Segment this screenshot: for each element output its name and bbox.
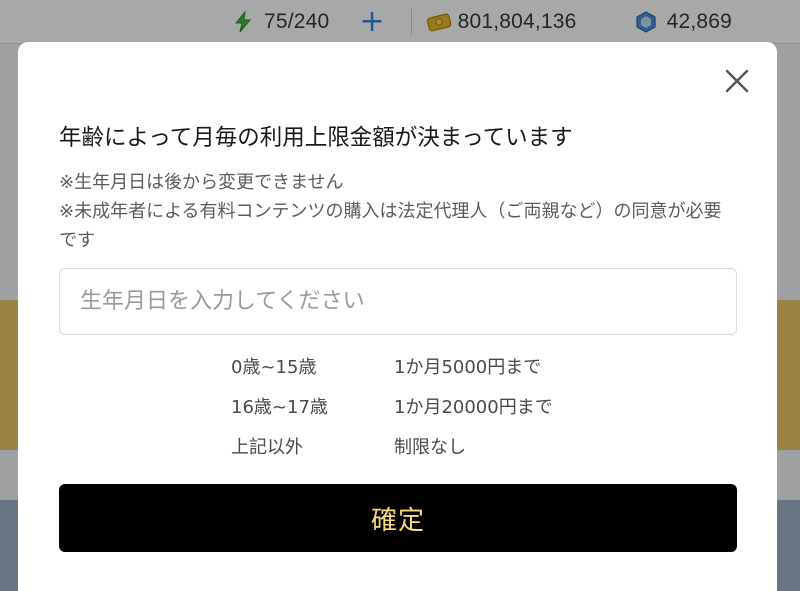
age-limit-table: 0歳~15歳 1か月5000円まで 16歳~17歳 1か月20000円まで 上記… [231,346,553,466]
limit-amount-label: 制限なし [394,437,466,458]
age-verification-dialog: 年齢によって月毎の利用上限金額が決まっています ※生年月日は後から変更できません… [18,42,777,591]
limit-age-label: 上記以外 [231,437,303,458]
limit-row: 上記以外 制限なし [231,426,553,466]
limit-row: 16歳~17歳 1か月20000円まで [231,386,553,426]
close-button[interactable] [722,66,752,96]
confirm-button[interactable]: 確定 [59,484,737,552]
note-birthdate-unchangeable: ※生年月日は後から変更できません [59,172,344,193]
close-icon [725,69,749,93]
limit-amount-label: 1か月20000円まで [394,397,553,418]
limit-age-label: 16歳~17歳 [231,397,328,418]
note-guardian-consent: ※未成年者による有料コンテンツの購入は法定代理人（ご両親など）の同意が必要です [59,201,722,251]
dialog-title: 年齢によって月毎の利用上限金額が決まっています [59,125,573,151]
limit-row: 0歳~15歳 1か月5000円まで [231,346,553,386]
birthdate-input[interactable] [59,268,737,335]
limit-amount-label: 1か月5000円まで [394,357,542,378]
limit-age-label: 0歳~15歳 [231,357,317,378]
